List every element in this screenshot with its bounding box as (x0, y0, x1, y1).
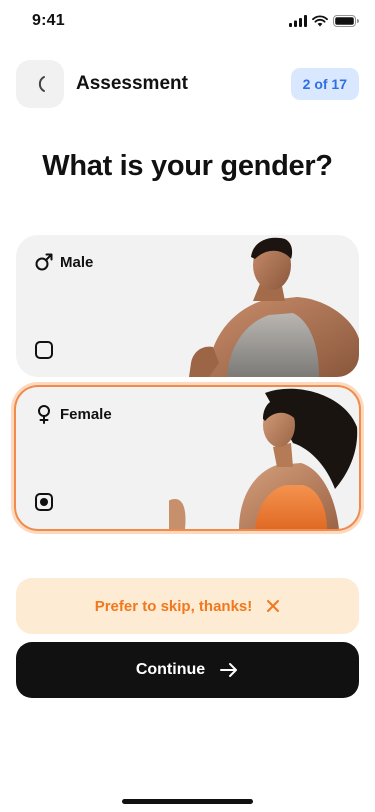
question-title: What is your gender? (42, 150, 333, 182)
back-button[interactable] (16, 60, 64, 108)
option-female-text: Female (60, 405, 112, 423)
header: Assessment 2 of 17 (16, 60, 359, 108)
option-female[interactable]: Female (16, 387, 359, 529)
continue-button[interactable]: Continue (16, 642, 359, 698)
close-icon (267, 600, 280, 612)
continue-label: Continue (135, 661, 206, 678)
wifi-icon (312, 15, 328, 27)
status-bar: 9:41 (0, 0, 375, 44)
skip-label: Prefer to skip, thanks! (94, 597, 253, 615)
male-icon (35, 253, 53, 271)
status-icons (289, 15, 359, 27)
step-badge: 2 of 17 (290, 68, 359, 100)
male-athlete-image (189, 237, 359, 377)
option-male[interactable]: Male (16, 235, 359, 377)
arrow-right-icon (220, 663, 238, 677)
option-female-label: Female (34, 404, 112, 424)
female-athlete-image (169, 388, 358, 529)
option-male-label: Male (34, 252, 93, 272)
skip-button[interactable]: Prefer to skip, thanks! (16, 578, 359, 634)
page-title: Assessment (76, 73, 188, 94)
option-male-text: Male (60, 253, 94, 271)
back-icon (38, 76, 45, 92)
option-female-checkbox[interactable] (35, 493, 53, 511)
home-indicator (122, 799, 253, 804)
status-time: 9:41 (32, 12, 65, 29)
battery-icon (333, 15, 359, 27)
signal-icon (289, 15, 307, 27)
option-male-checkbox[interactable] (35, 341, 53, 359)
female-icon (38, 405, 50, 424)
